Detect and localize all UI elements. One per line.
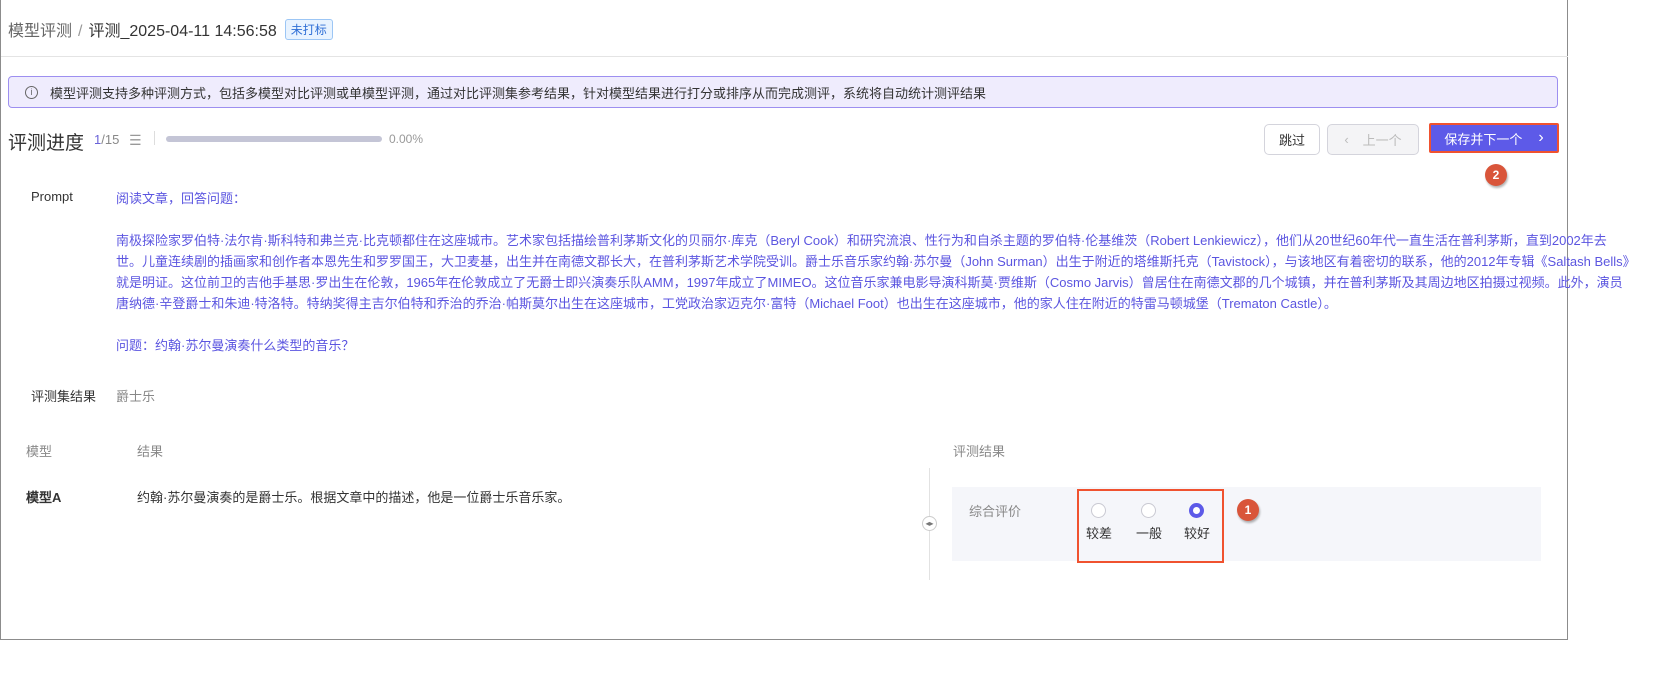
divider — [154, 131, 155, 145]
breadcrumb-separator: / — [78, 23, 83, 40]
skip-button[interactable]: 跳过 — [1264, 124, 1320, 155]
info-icon: i — [25, 85, 38, 99]
column-header-evaluation: 评测结果 — [953, 444, 1006, 459]
radio-fair[interactable] — [1141, 503, 1156, 518]
resize-handle-icon[interactable]: ◂▸ — [922, 516, 937, 531]
annotation-badge-2: 2 — [1485, 164, 1507, 186]
breadcrumb: 模型评测 / 评测_2025-04-11 14:56:58 未打标 — [8, 17, 333, 41]
radio-fair-label[interactable]: 一般 — [1136, 523, 1162, 542]
previous-button[interactable]: ‹ 上一个 — [1327, 124, 1419, 155]
radio-good-label[interactable]: 较好 — [1184, 523, 1210, 542]
chevron-right-icon: › — [1538, 129, 1544, 146]
app-window: 模型评测 / 评测_2025-04-11 14:56:58 未打标 i 模型评测支持多… — [0, 0, 1629, 640]
info-alert: i 模型评测支持多种评测方式，包括多模型对比评测或单模型评测，通过对比评测集参考… — [8, 76, 1558, 108]
prompt-text: 阅读文章，回答问题： 南极探险家罗伯特·法尔肯·斯科特和弗兰克·比克顿都住在这座… — [116, 188, 1631, 377]
reference-value: 爵士乐 — [116, 389, 156, 404]
list-menu-icon[interactable]: ☰ — [129, 132, 142, 149]
radio-poor-label[interactable]: 较差 — [1086, 523, 1112, 542]
radio-poor[interactable] — [1091, 503, 1106, 518]
column-header-result: 结果 — [137, 444, 164, 459]
model-name: 模型A — [26, 490, 62, 505]
save-and-next-button[interactable]: 保存并下一个 › — [1429, 123, 1559, 153]
next-label: 保存并下一个 — [1444, 131, 1523, 147]
alert-text: 模型评测支持多种评测方式，包括多模型对比评测或单模型评测，通过对比评测集参考结果… — [50, 85, 987, 101]
prompt-intro: 阅读文章，回答问题： — [116, 191, 247, 206]
breadcrumb-root[interactable]: 模型评测 — [8, 23, 72, 40]
overall-rating-label: 综合评价 — [969, 504, 1022, 519]
prompt-label: Prompt — [31, 189, 73, 204]
progress-count: 1/15 — [94, 132, 119, 147]
progress-percent: 0.00% — [389, 132, 424, 146]
reference-label: 评测集结果 — [31, 389, 97, 404]
status-tag: 未打标 — [284, 19, 333, 40]
chevron-left-icon: ‹ — [1344, 132, 1349, 147]
annotation-badge-1: 1 — [1237, 499, 1259, 521]
progress-bar — [166, 136, 382, 142]
progress-title: 评测进度 — [8, 133, 85, 154]
breadcrumb-current: 评测_2025-04-11 14:56:58 — [88, 23, 277, 40]
progress-total: /15 — [101, 132, 120, 147]
prompt-question: 问题：约翰·苏尔曼演奏什么类型的音乐？ — [116, 338, 355, 353]
previous-label: 上一个 — [1362, 133, 1402, 148]
column-header-model: 模型 — [26, 444, 53, 459]
radio-good[interactable] — [1189, 503, 1204, 518]
model-result: 约翰·苏尔曼演奏的是爵士乐。根据文章中的描述，他是一位爵士乐音乐家。 — [137, 490, 571, 505]
prompt-passage: 南极探险家罗伯特·法尔肯·斯科特和弗兰克·比克顿都住在这座城市。艺术家包括描绘普… — [116, 233, 1630, 311]
header-divider — [1, 56, 1568, 57]
